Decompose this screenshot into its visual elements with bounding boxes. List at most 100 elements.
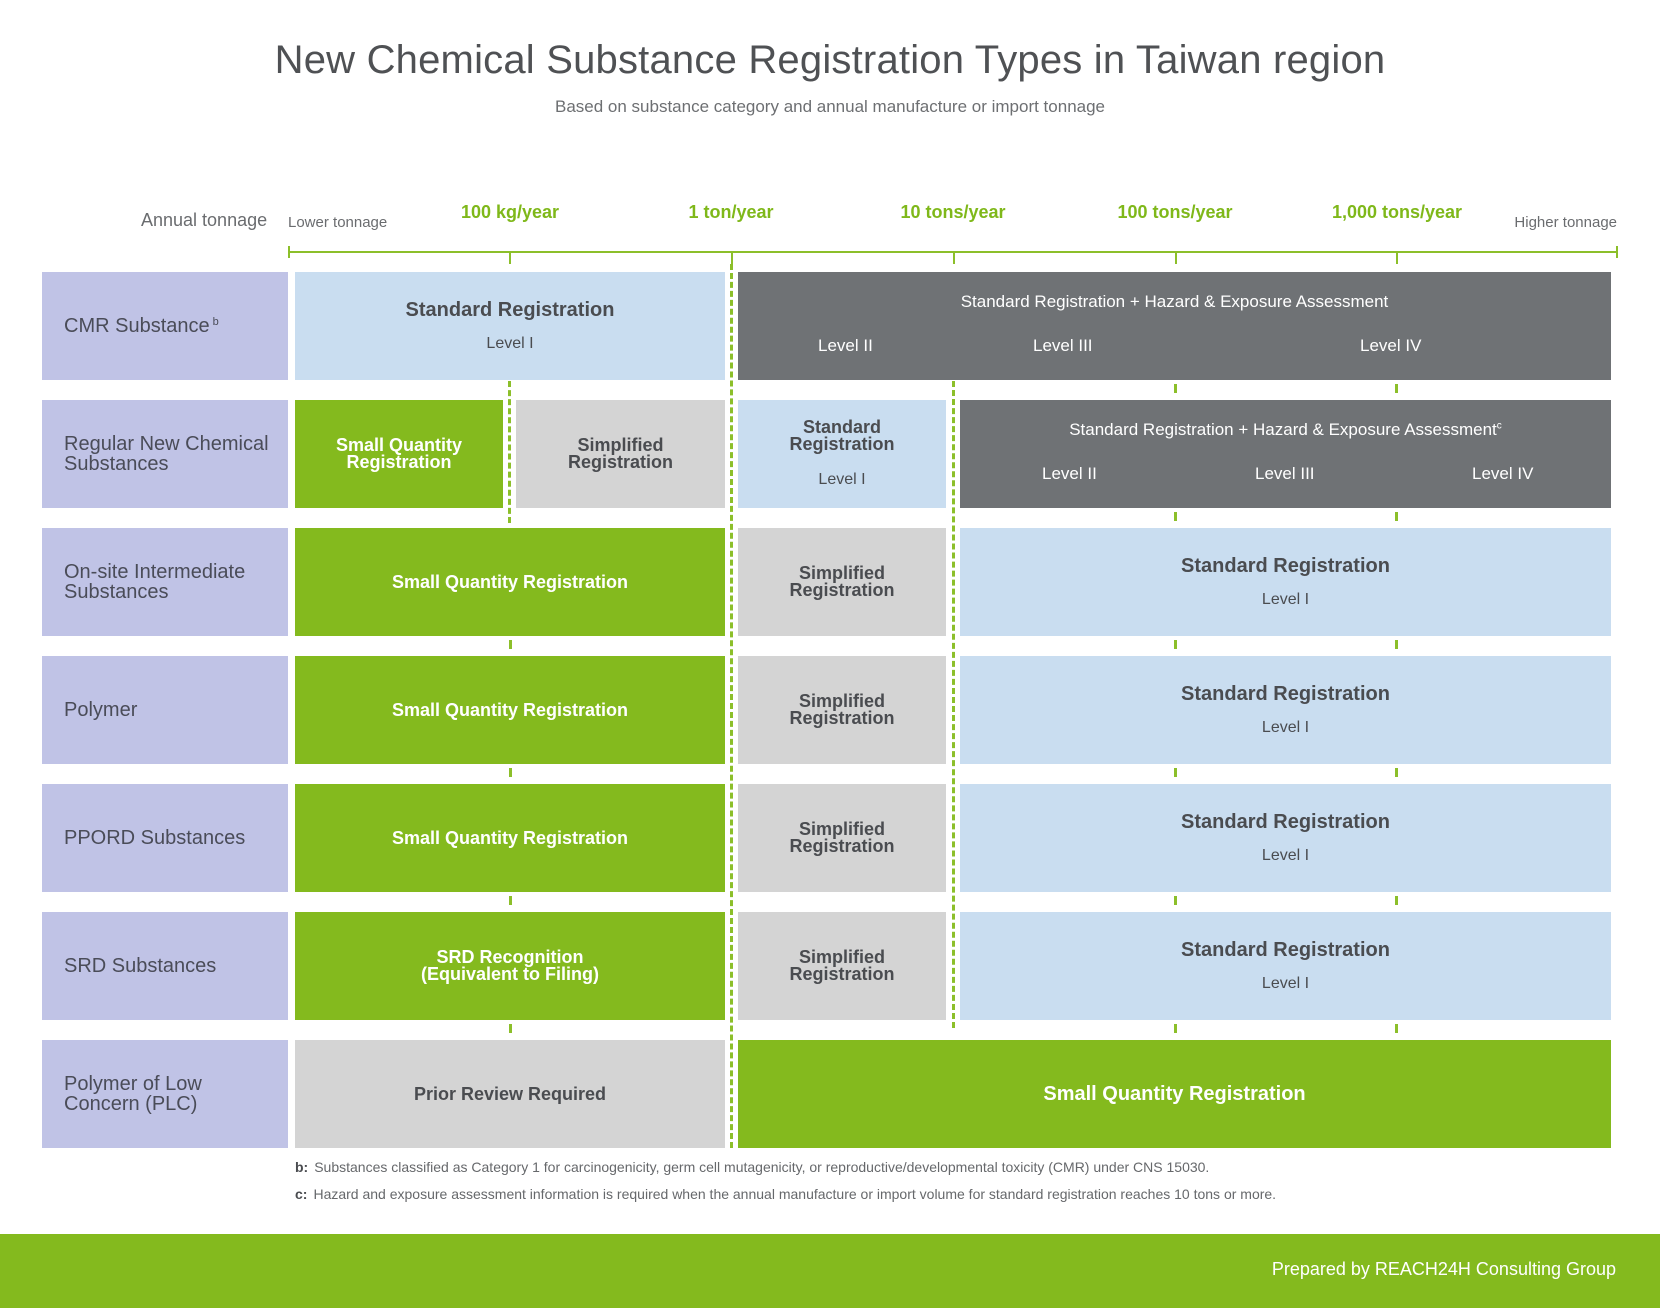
cell-title: Prior Review Required (413, 1083, 607, 1104)
level-ii: Level II (1042, 464, 1097, 483)
cell-title: Standard Registration + Hazard & Exposur… (1069, 420, 1502, 440)
gap-marker (1395, 512, 1398, 521)
cell-level: Level I (1261, 847, 1310, 864)
cell-level: Level I (818, 471, 866, 488)
cell-title-line: Registration (789, 580, 895, 600)
axis-tick-label-1ton: 1 ton/year (688, 202, 774, 222)
gap-marker (1174, 640, 1177, 649)
footnote-text: Hazard and exposure assessment informati… (313, 1186, 1277, 1202)
footer-credit: Prepared by REACH24H Consulting Group (1271, 1259, 1616, 1279)
footnote-key: b: (295, 1159, 309, 1175)
row-label-ppord: PPORD Substances (42, 784, 288, 892)
cell-title-line: Registration (567, 452, 673, 472)
srd-recognition: SRD Recognition (Equivalent to Filing) (295, 912, 725, 1020)
axis-label: Annual tonnage (141, 210, 268, 230)
cell-title: Standard Registration (405, 299, 615, 321)
polymer-simplified: Simplified Registration (738, 656, 946, 764)
gap-marker (1174, 896, 1177, 905)
threshold-line-100kg (508, 381, 511, 523)
regular-small-quantity: Small Quantity Registration (295, 400, 503, 508)
plc-prior-review: Prior Review Required (295, 1040, 725, 1148)
polymer-small-quantity: Small Quantity Registration (295, 656, 725, 764)
polymer-standard: Standard Registration Level I (960, 656, 1611, 764)
axis-tick-1ton (731, 251, 733, 264)
axis-tick-label-1000tons: 1,000 tons/year (1331, 202, 1463, 222)
threshold-line-10tons (952, 381, 955, 1028)
cell-title-line: (Equivalent to Filing) (421, 964, 599, 984)
axis-tick-end (1616, 246, 1618, 258)
cell-title-line: Registration (789, 964, 895, 984)
axis-tick-1000tons (1396, 251, 1398, 264)
plc-small-quantity: Small Quantity Registration (738, 1040, 1611, 1148)
row-label-text: Polymer (64, 699, 138, 721)
gap-marker (1174, 1024, 1177, 1033)
cell-title: Small Quantity Registration (391, 699, 629, 720)
cmr-standard-registration: Standard Registration Level I (295, 272, 725, 380)
gap-marker (1395, 768, 1398, 777)
regular-standard: Standard Registration Level I (738, 400, 946, 508)
ppord-small-quantity: Small Quantity Registration (295, 784, 725, 892)
axis-lower-label: Lower tonnage (288, 214, 388, 231)
footnote-b: b: Substances classified as Category 1 fo… (295, 1159, 1209, 1175)
gap-marker (1395, 896, 1398, 905)
cell-title-line: Registration (789, 836, 895, 856)
cell-title: Small Quantity Registration (1043, 1082, 1306, 1105)
cell-title: Standard Registration + Hazard & Exposur… (960, 292, 1389, 311)
axis-tick-label-100kg: 100 kg/year (460, 202, 560, 222)
row-label-plc: Polymer of Low Concern (PLC) (42, 1040, 288, 1148)
cell-title-text: Standard Registration + Hazard & Exposur… (1069, 420, 1497, 439)
gap-marker (1174, 768, 1177, 777)
row-label-polymer: Polymer (42, 656, 288, 764)
gap-marker (1174, 512, 1177, 521)
level-iv: Level IV (1360, 336, 1422, 355)
row-label-onsite: On-site Intermediate Substances (42, 528, 288, 636)
srd-simplified: Simplified Registration (738, 912, 946, 1020)
cell-title-line: Registration (346, 452, 452, 472)
cell-title: Standard Registration (1181, 939, 1390, 961)
gap-marker (509, 640, 512, 649)
level-iii: Level III (1255, 464, 1315, 483)
axis-tick-label-100tons: 100 tons/year (1117, 202, 1233, 222)
row-label-text: Concern (PLC) (64, 1093, 198, 1115)
footnote-text: Substances classified as Category 1 for … (314, 1159, 1210, 1175)
gap-marker (509, 1024, 512, 1033)
row-label-regular: Regular New Chemical Substances (42, 400, 288, 508)
page-subtitle: Based on substance category and annual m… (554, 97, 1106, 116)
page-title: New Chemical Substance Registration Type… (274, 38, 1386, 82)
gap-marker (1395, 640, 1398, 649)
level-ii: Level II (818, 336, 873, 355)
cell-title-line: Registration (789, 708, 895, 728)
regular-hazard-assessment: Standard Registration + Hazard & Exposur… (960, 400, 1611, 508)
row-label-text: PPORD Substances (64, 827, 246, 849)
regular-simplified: Simplified Registration (516, 400, 725, 508)
row-label-srd: SRD Substances (42, 912, 288, 1020)
cell-level: Level I (1261, 719, 1310, 736)
cell-title: Standard Registration (1181, 811, 1390, 833)
onsite-small-quantity: Small Quantity Registration (295, 528, 725, 636)
ppord-standard: Standard Registration Level I (960, 784, 1611, 892)
axis-tick-label-10tons: 10 tons/year (900, 202, 1006, 222)
gap-marker (509, 896, 512, 905)
gap-marker (1395, 1024, 1398, 1033)
axis-tick-start (288, 246, 290, 258)
row-label-text: On-site Intermediate (64, 561, 246, 583)
axis-tick-10tons (953, 251, 955, 264)
cell-level: Level I (1261, 591, 1310, 608)
gap-marker (1174, 384, 1177, 393)
row-label-cmr: CMR Substance b (42, 272, 288, 380)
cell-title-line: Registration (789, 434, 895, 454)
cell-title: Small Quantity Registration (391, 827, 629, 848)
footnote-c: c: Hazard and exposure assessment informa… (295, 1186, 1276, 1202)
threshold-line-1ton (730, 264, 733, 1148)
row-label-text: SRD Substances (64, 955, 217, 977)
cell-level: Level I (486, 335, 534, 352)
cmr-hazard-assessment: Standard Registration + Hazard & Exposur… (738, 272, 1611, 380)
footnote-marker-c: c (1496, 420, 1502, 432)
gap-marker (509, 768, 512, 777)
footnote-key: c: (295, 1186, 308, 1202)
row-label-text: CMR Substance (64, 315, 210, 337)
row-label-text: Substances (64, 453, 169, 475)
row-label-text: Substances (64, 581, 169, 603)
gap-marker (1395, 384, 1398, 393)
cell-title: Small Quantity Registration (391, 571, 629, 592)
